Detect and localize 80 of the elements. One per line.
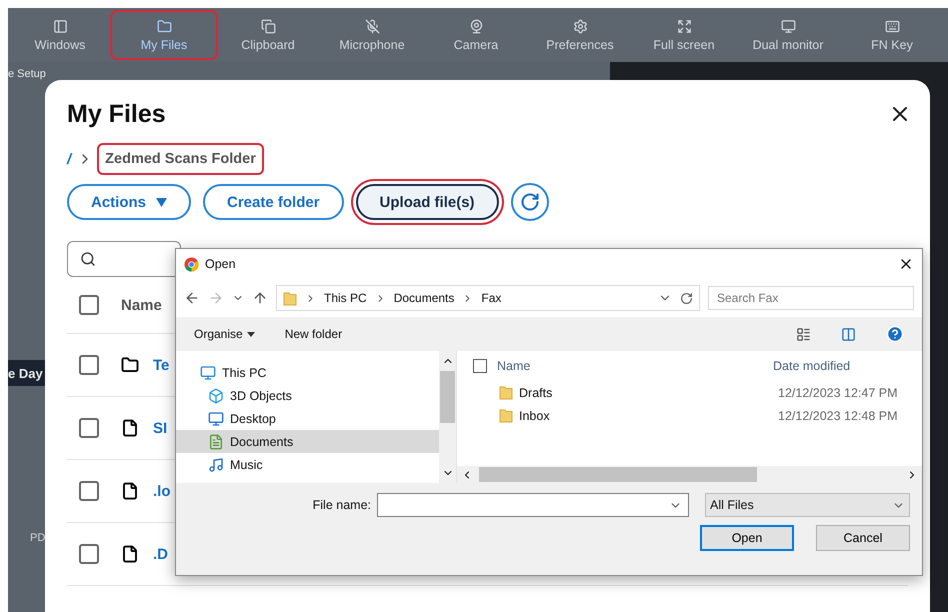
toolbar-item[interactable]: Microphone [320, 12, 424, 58]
toolbar-item[interactable]: Clipboard [216, 12, 320, 58]
file-icon [121, 545, 139, 563]
folder-icon [156, 18, 172, 34]
dialog-button[interactable]: Cancel [816, 525, 910, 551]
checkbox[interactable] [79, 355, 99, 375]
breadcrumb-current: Zedmed Scans Folder [99, 145, 262, 173]
path-segment[interactable]: This PC [324, 291, 367, 305]
help-icon[interactable] [886, 325, 904, 343]
checkbox[interactable] [79, 295, 99, 315]
keyboard-icon [884, 18, 900, 34]
preview-pane-icon[interactable] [841, 326, 856, 342]
horizontal-scrollbar[interactable] [457, 466, 922, 483]
file-name-label: File name: [312, 498, 371, 512]
toolbar-item[interactable]: Camera [424, 12, 528, 58]
cube-icon [208, 388, 224, 404]
view-options-icon[interactable] [796, 326, 811, 342]
address-bar[interactable]: This PC Documents Fax [276, 285, 700, 311]
settings-icon [572, 18, 588, 34]
refresh-icon[interactable] [680, 292, 693, 304]
file-name-link[interactable]: Te [153, 356, 170, 374]
footer-text: PD [30, 532, 46, 544]
browser-logo-icon [184, 256, 199, 272]
navigation-item[interactable]: 3D Objects [176, 384, 439, 407]
actions-button[interactable]: Actions [67, 184, 192, 220]
dropdown-triangle-icon [156, 198, 168, 206]
modal-title: My Files [67, 100, 166, 129]
folder-icon [283, 290, 297, 306]
copy-icon [260, 18, 276, 34]
folder-icon [499, 408, 513, 423]
dialog-button[interactable]: Open [700, 525, 794, 551]
monitor-icon [780, 18, 796, 34]
file-name-link[interactable]: .D [153, 546, 168, 562]
folder-icon [121, 356, 139, 374]
navigation-item[interactable]: Documents [176, 430, 439, 453]
computer-icon [200, 364, 216, 380]
command-button[interactable]: Organise [194, 327, 255, 341]
webcam-icon [468, 18, 484, 34]
column-header[interactable]: Date modified [773, 359, 850, 373]
expand-icon [676, 18, 692, 34]
navigation-item[interactable]: Music [176, 453, 439, 476]
refresh-button[interactable] [510, 183, 549, 221]
checkbox[interactable] [79, 418, 99, 438]
checkbox[interactable] [473, 359, 487, 373]
toolbar-item[interactable]: Dual monitor [736, 12, 840, 58]
file-type-select[interactable]: All Files [705, 493, 910, 517]
toolbar-item[interactable]: Preferences [528, 12, 632, 58]
path-segment[interactable]: Fax [481, 291, 502, 305]
dropdown-triangle-icon [246, 332, 255, 336]
checkbox[interactable] [79, 544, 99, 564]
column-header[interactable]: Name [121, 296, 162, 314]
desktop-icon [208, 410, 224, 426]
file-name-input[interactable] [377, 493, 689, 517]
command-button[interactable]: New folder [284, 327, 342, 341]
panel-icon [52, 18, 68, 34]
folder-icon [499, 385, 513, 400]
path-segment[interactable]: Documents [394, 291, 454, 305]
toolbar-item[interactable]: FN Key [840, 12, 944, 58]
breadcrumb-root-link[interactable]: / [67, 150, 72, 168]
toolbar-item[interactable]: Full screen [632, 12, 736, 58]
dialog-title: Open [205, 257, 237, 271]
microphone-off-icon [364, 18, 380, 34]
file-icon [121, 482, 139, 500]
file-name-link[interactable]: SI [153, 420, 168, 436]
navigation-item[interactable]: This PC [176, 361, 439, 384]
toolbar-item[interactable]: Windows [8, 12, 112, 58]
column-header[interactable]: Name [497, 359, 763, 373]
up-arrow-icon[interactable] [252, 290, 268, 306]
action-button[interactable]: Create folder [203, 184, 344, 220]
document-icon [208, 434, 224, 450]
toolbar-item[interactable]: My Files [112, 12, 216, 58]
file-name-link[interactable]: .lo [153, 482, 170, 500]
file-row[interactable]: Drafts 12/12/2023 12:47 PM [457, 381, 922, 404]
search-icon [80, 251, 96, 267]
refresh-icon [520, 192, 540, 212]
music-note-icon [208, 456, 224, 472]
file-row[interactable]: Inbox 12/12/2023 12:48 PM [457, 404, 922, 427]
file-icon [121, 419, 139, 437]
navigation-item[interactable]: Desktop [176, 407, 439, 430]
checkbox[interactable] [79, 481, 99, 501]
